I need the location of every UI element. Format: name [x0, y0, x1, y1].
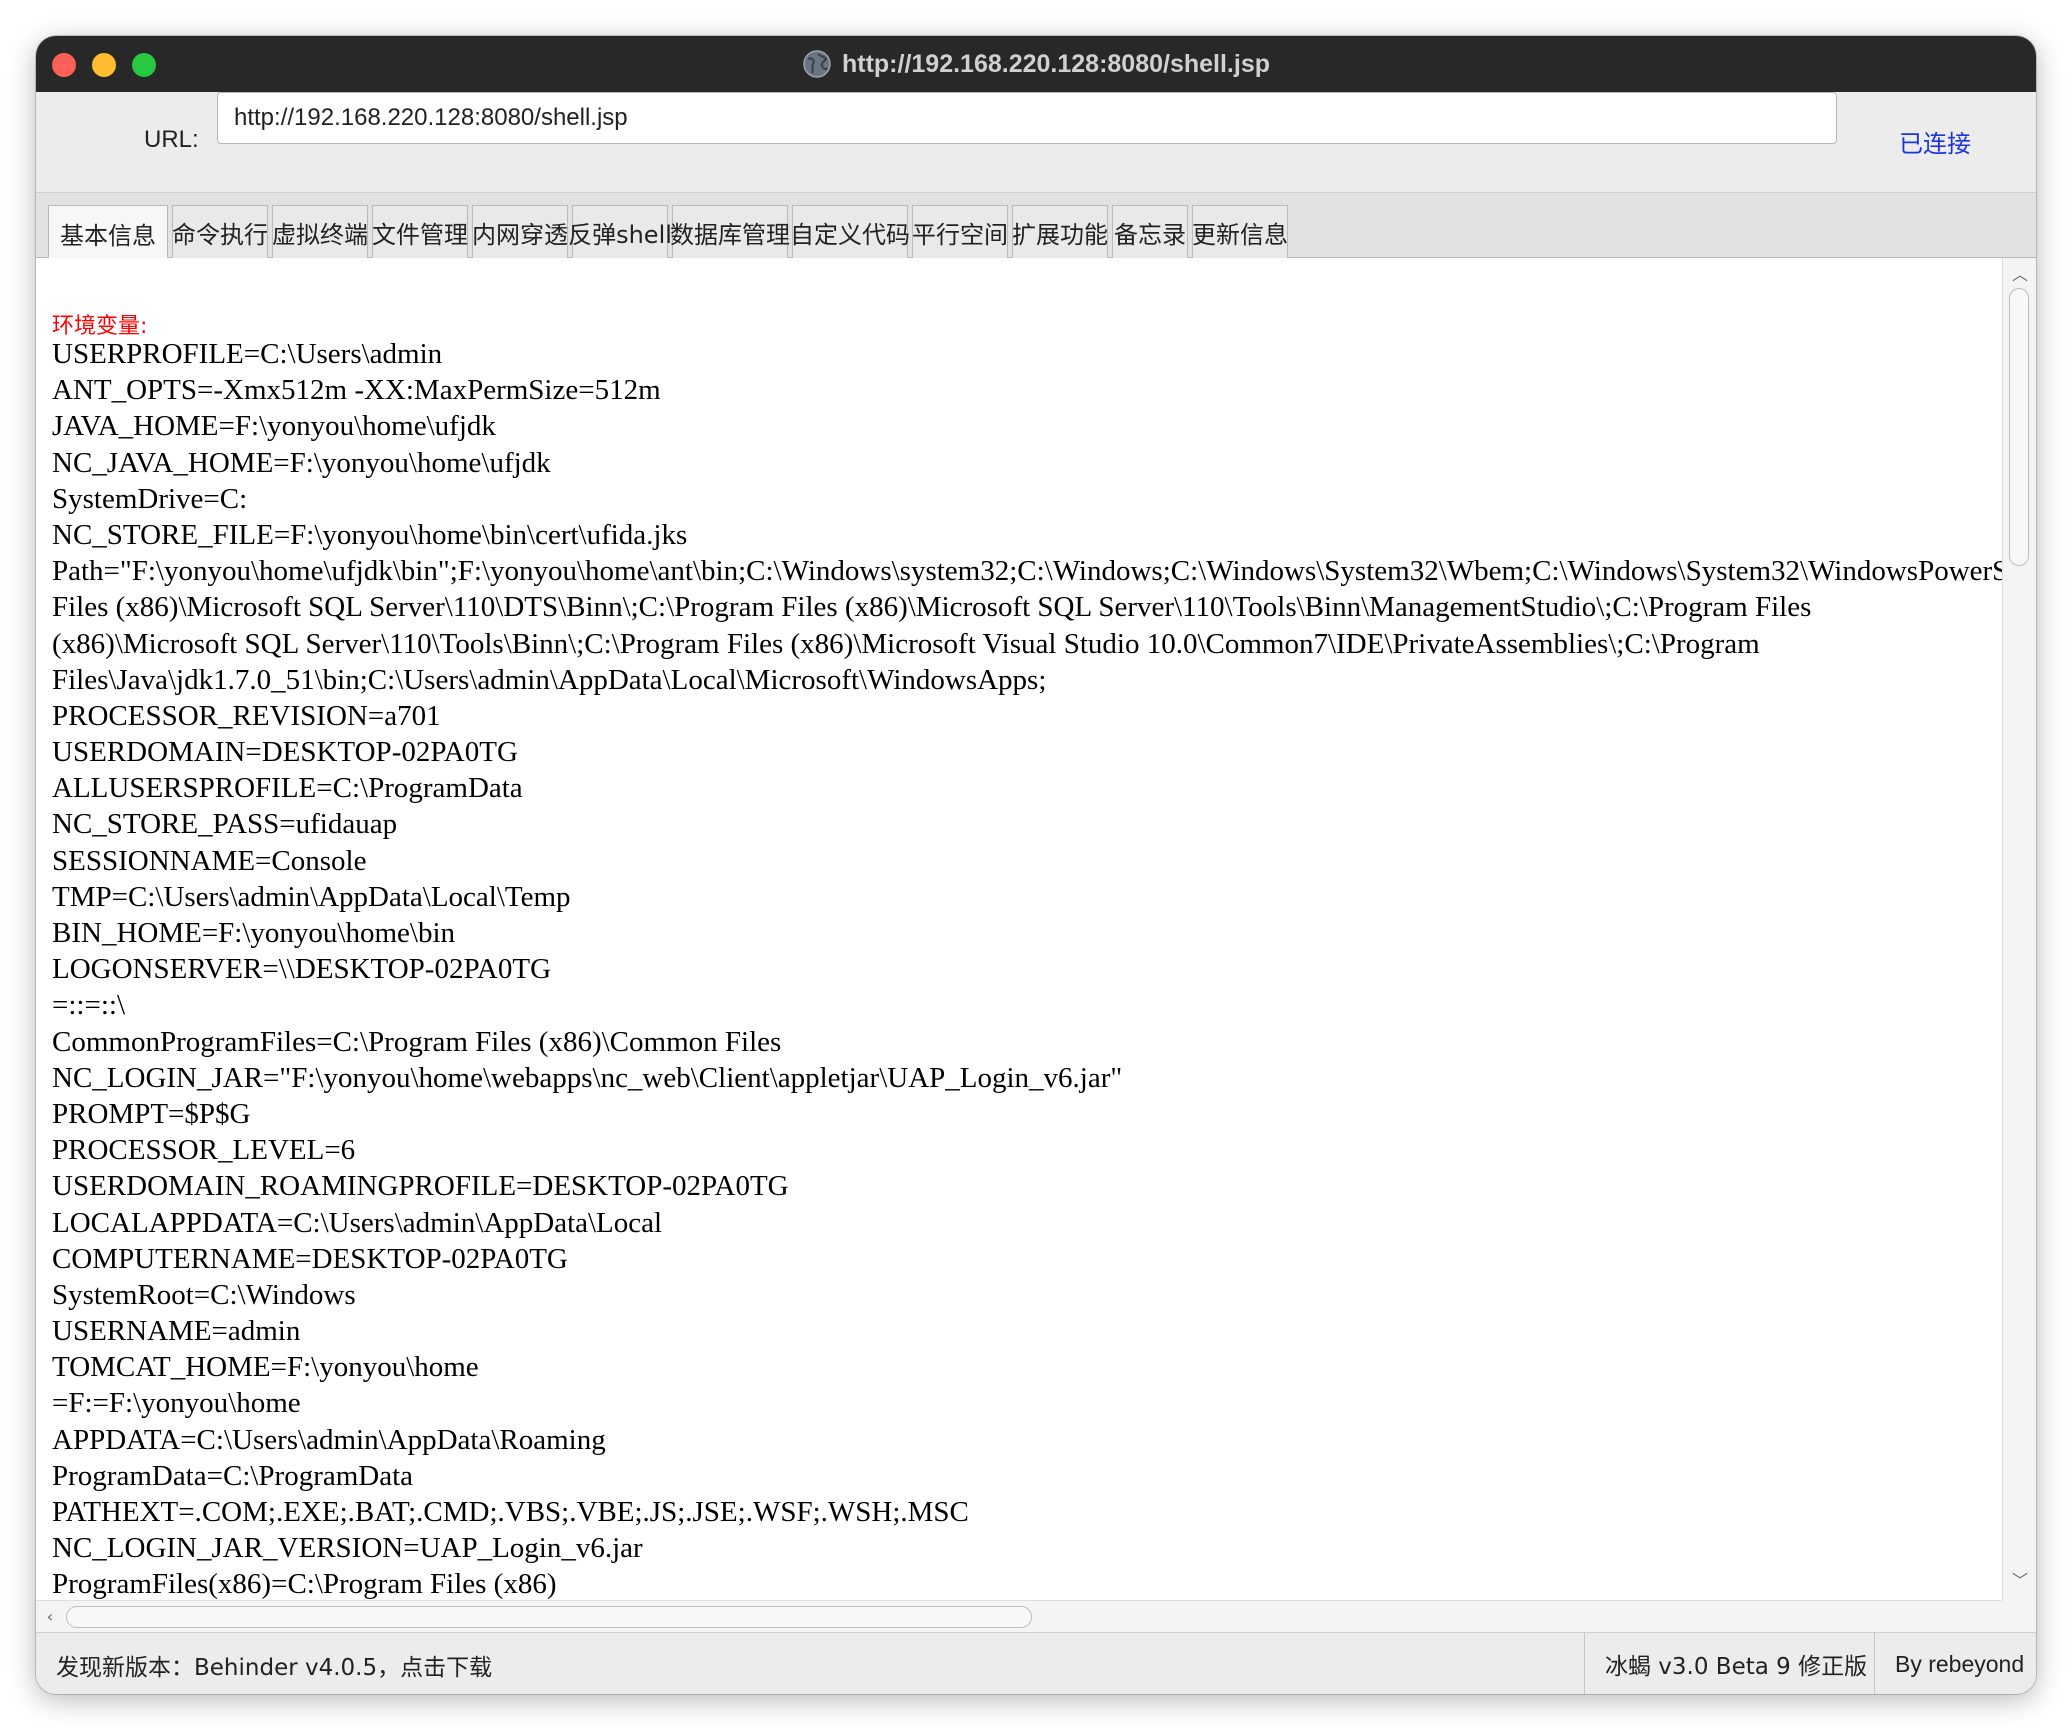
env-line: LOCALAPPDATA=C:\Users\admin\AppData\Loca… [52, 1206, 663, 1239]
horizontal-scroll-thumb[interactable] [66, 1606, 1032, 1628]
tab-extensions[interactable]: 扩展功能 [1012, 205, 1108, 259]
tab-database-manager[interactable]: 数据库管理 [670, 205, 790, 259]
env-line: SESSIONNAME=Console [52, 844, 367, 877]
tab-virtual-terminal[interactable]: 虚拟终端 [272, 205, 368, 259]
tab-file-manager[interactable]: 文件管理 [372, 205, 468, 259]
author-label: By rebeyond [1874, 1633, 2024, 1694]
env-line: NC_STORE_FILE=F:\yonyou\home\bin\cert\uf… [52, 518, 688, 551]
env-line: Files (x86)\Microsoft SQL Server\110\DTS… [52, 591, 1812, 624]
tab-basic-info[interactable]: 基本信息 [48, 205, 168, 261]
window-title-group: http://192.168.220.128:8080/shell.jsp [36, 36, 2036, 92]
status-bar: 发现新版本：Behinder v4.0.5，点击下载 冰蝎 v3.0 Beta … [36, 1632, 2036, 1694]
chevron-left-icon[interactable]: ‹ [40, 1601, 60, 1633]
env-line: NC_STORE_PASS=ufidauap [52, 808, 398, 841]
tab-reverse-shell[interactable]: 反弹shell [568, 205, 672, 259]
url-bar: URL: 已连接 [36, 92, 2036, 192]
scroll-corner [2002, 1600, 2036, 1632]
horizontal-scrollbar[interactable]: ‹ [36, 1600, 2002, 1632]
tab-update-info[interactable]: 更新信息 [1192, 205, 1288, 259]
app-window: http://192.168.220.128:8080/shell.jsp UR… [36, 36, 2036, 1694]
env-line: TOMCAT_HOME=F:\yonyou\home [52, 1351, 479, 1384]
env-line: SystemRoot=C:\Windows [52, 1278, 356, 1311]
env-line: Files\Java\jdk1.7.0_51\bin;C:\Users\admi… [52, 663, 1047, 696]
env-line: PATHEXT=.COM;.EXE;.BAT;.CMD;.VBS;.VBE;.J… [52, 1496, 969, 1528]
env-line: (x86)\Microsoft SQL Server\110\Tools\Bin… [52, 627, 1760, 660]
env-list: USERPROFILE=C:\Users\admin ANT_OPTS=-Xmx5… [52, 336, 2002, 1600]
env-line: TMP=C:\Users\admin\AppData\Local\Temp [52, 880, 571, 913]
tab-parallel-space[interactable]: 平行空间 [912, 205, 1008, 259]
env-line: NC_LOGIN_JAR="F:\yonyou\home\webapps\nc_… [52, 1061, 1123, 1094]
window-title: http://192.168.220.128:8080/shell.jsp [841, 49, 1270, 78]
env-line: USERPROFILE=C:\Users\admin [52, 338, 443, 370]
chevron-down-icon[interactable]: ﹀ [2003, 1568, 2036, 1594]
env-line: JAVA_HOME=F:\yonyou\home\ufjdk [52, 410, 496, 443]
env-line: =::=::\ [52, 989, 125, 1022]
env-line: NC_LOGIN_JAR_VERSION=UAP_Login_v6.jar [52, 1532, 643, 1565]
env-line: PROCESSOR_LEVEL=6 [52, 1134, 356, 1167]
env-line: Path="F:\yonyou\home\ufjdk\bin";F:\yonyo… [52, 555, 2002, 588]
env-line: PROMPT=$P$G [52, 1097, 251, 1130]
connection-status[interactable]: 已连接 [1899, 124, 1971, 159]
env-line: ProgramData=C:\ProgramData [52, 1459, 414, 1492]
env-line: =F:=F:\yonyou\home [52, 1387, 301, 1420]
globe-icon [802, 49, 832, 79]
env-line: COMPUTERNAME=DESKTOP-02PA0TG [52, 1242, 568, 1275]
env-line: USERNAME=admin [52, 1315, 301, 1348]
url-label: URL: [144, 126, 199, 153]
tab-command-exec[interactable]: 命令执行 [172, 205, 268, 259]
url-input[interactable] [217, 92, 1837, 144]
env-line: APPDATA=C:\Users\admin\AppData\Roaming [52, 1423, 606, 1456]
tab-custom-code[interactable]: 自定义代码 [790, 205, 910, 259]
env-line: CommonProgramFiles=C:\Program Files (x86… [52, 1025, 782, 1058]
env-line: ALLUSERSPROFILE=C:\ProgramData [52, 772, 523, 805]
update-notice-link[interactable]: 发现新版本：Behinder v4.0.5，点击下载 [56, 1648, 492, 1682]
env-line: SystemDrive=C: [52, 482, 248, 515]
env-line: USERDOMAIN_ROAMINGPROFILE=DESKTOP-02PA0T… [52, 1170, 789, 1203]
env-line: USERDOMAIN=DESKTOP-02PA0TG [52, 736, 518, 769]
chevron-up-icon[interactable]: ︿ [2003, 262, 2036, 288]
env-line: PROCESSOR_REVISION=a701 [52, 699, 441, 732]
version-label: 冰蝎 v3.0 Beta 9 修正版 [1584, 1633, 1867, 1694]
vertical-scroll-thumb[interactable] [2009, 288, 2029, 566]
env-line: ProgramFiles(x86)=C:\Program Files (x86) [52, 1568, 557, 1600]
env-line: NC_JAVA_HOME=F:\yonyou\home\ufjdk [52, 446, 551, 479]
vertical-scrollbar[interactable]: ︿ ﹀ [2002, 258, 2036, 1600]
title-bar[interactable]: http://192.168.220.128:8080/shell.jsp [36, 36, 2036, 92]
tab-memo[interactable]: 备忘录 [1112, 205, 1188, 259]
tab-intranet-tunnel[interactable]: 内网穿透 [472, 205, 568, 259]
env-line: LOGONSERVER=\\DESKTOP-02PA0TG [52, 953, 552, 986]
tab-bar: 基本信息 命令执行 虚拟终端 文件管理 内网穿透 反弹shell 数据库管理 自… [36, 192, 2036, 261]
env-line: ANT_OPTS=-Xmx512m -XX:MaxPermSize=512m [52, 374, 661, 407]
env-line: BIN_HOME=F:\yonyou\home\bin [52, 917, 456, 949]
info-panel[interactable]: 环境变量: USERPROFILE=C:\Users\admin ANT_OPTS… [36, 258, 2002, 1600]
